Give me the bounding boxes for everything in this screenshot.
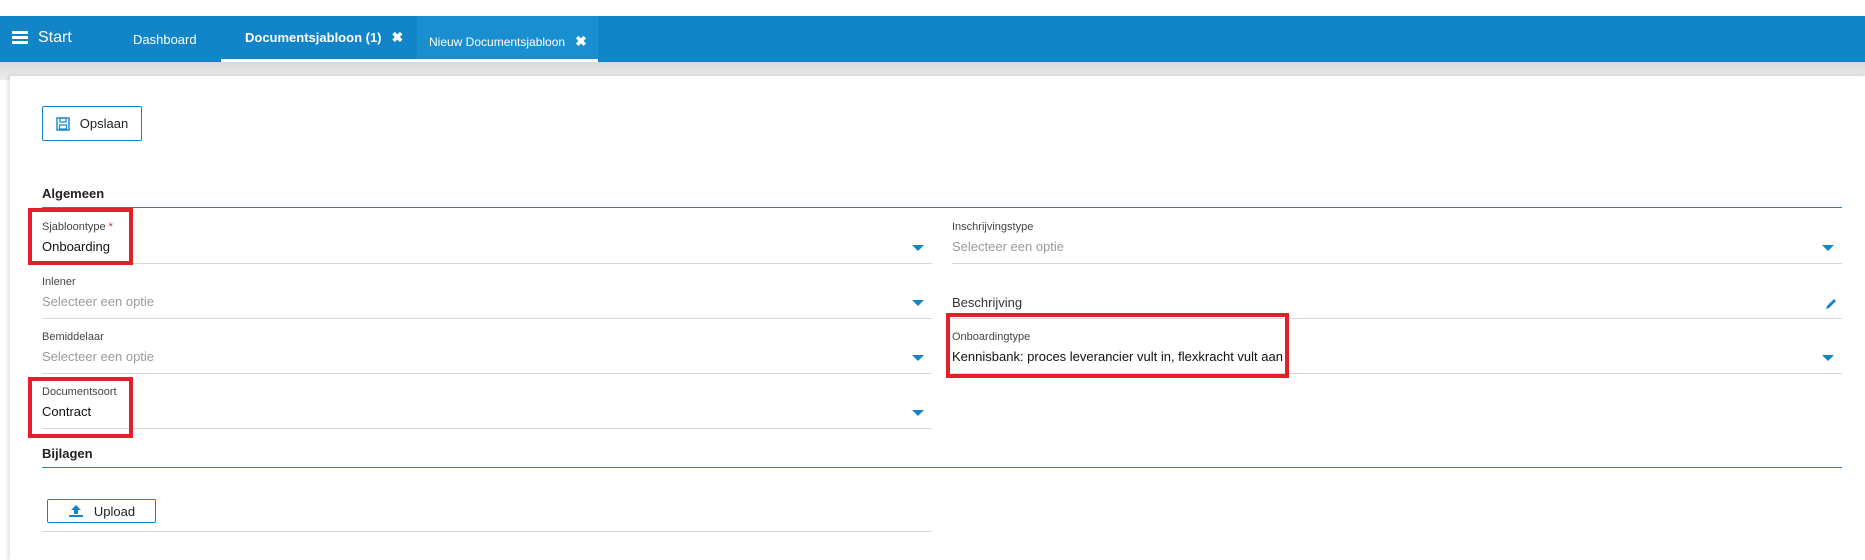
- section-divider: [42, 207, 1842, 208]
- highlight-box-sjabloontype: [28, 208, 133, 265]
- upload-button[interactable]: Upload: [47, 499, 156, 523]
- beschrijving-label: Beschrijving: [952, 295, 1023, 310]
- inschrijvingstype-label: Inschrijvingstype: [952, 221, 1034, 233]
- chevron-down-icon[interactable]: [912, 300, 924, 306]
- tab-dashboard-label: Dashboard: [133, 31, 197, 47]
- tab-nieuw-documentsjabloon-label: Nieuw Documentsjabloon: [429, 34, 566, 49]
- tab-dashboard[interactable]: Dashboard: [133, 16, 197, 62]
- save-button-label: Opslaan: [79, 116, 129, 131]
- chevron-down-icon[interactable]: [1822, 245, 1834, 251]
- close-icon[interactable]: ✖: [392, 29, 404, 46]
- save-icon: [56, 116, 70, 131]
- chevron-down-icon[interactable]: [912, 355, 924, 361]
- upload-divider: [42, 531, 932, 532]
- highlight-box-onboardingtype: [946, 313, 1289, 378]
- section-divider: [42, 467, 1842, 468]
- section-title-algemeen: Algemeen: [42, 186, 105, 201]
- upload-icon: [68, 505, 83, 517]
- tab-documentsjabloon[interactable]: Documentsjabloon (1) ✖: [221, 16, 417, 62]
- highlight-box-documentsoort: [28, 377, 133, 438]
- upload-button-label: Upload: [93, 503, 136, 519]
- section-title-bijlagen: Bijlagen: [42, 446, 93, 461]
- tab-documentsjabloon-label: Documentsjabloon (1): [245, 30, 382, 45]
- top-navigation-bar: Start Dashboard Documentsjabloon (1) ✖ N…: [0, 16, 1865, 62]
- bemiddelaar-placeholder: Selecteer een optie: [42, 349, 155, 364]
- pencil-icon[interactable]: [1824, 297, 1838, 311]
- close-icon[interactable]: ✖: [575, 33, 587, 50]
- inlener-select[interactable]: Inlener Selecteer een optie: [42, 269, 932, 319]
- inlener-label: Inlener: [42, 276, 76, 288]
- beschrijving-field[interactable]: Beschrijving: [952, 269, 1842, 319]
- save-button[interactable]: Opslaan: [42, 106, 142, 141]
- inschrijvingstype-placeholder: Selecteer een optie: [952, 239, 1065, 254]
- inschrijvingstype-select[interactable]: Inschrijvingstype Selecteer een optie: [952, 214, 1842, 264]
- tab-nieuw-documentsjabloon[interactable]: Nieuw Documentsjabloon ✖: [417, 16, 598, 62]
- documentsoort-select[interactable]: Documentsoort Contract: [42, 379, 932, 429]
- chevron-down-icon[interactable]: [912, 245, 924, 251]
- chevron-down-icon[interactable]: [1822, 355, 1834, 361]
- start-label[interactable]: Start: [38, 29, 72, 47]
- bemiddelaar-select[interactable]: Bemiddelaar Selecteer een optie: [42, 324, 932, 374]
- menu-icon[interactable]: [12, 31, 28, 44]
- inlener-placeholder: Selecteer een optie: [42, 294, 155, 309]
- chevron-down-icon[interactable]: [912, 410, 924, 416]
- bemiddelaar-label: Bemiddelaar: [42, 331, 104, 343]
- sjabloontype-select[interactable]: Sjabloontype * Onboarding: [42, 214, 932, 264]
